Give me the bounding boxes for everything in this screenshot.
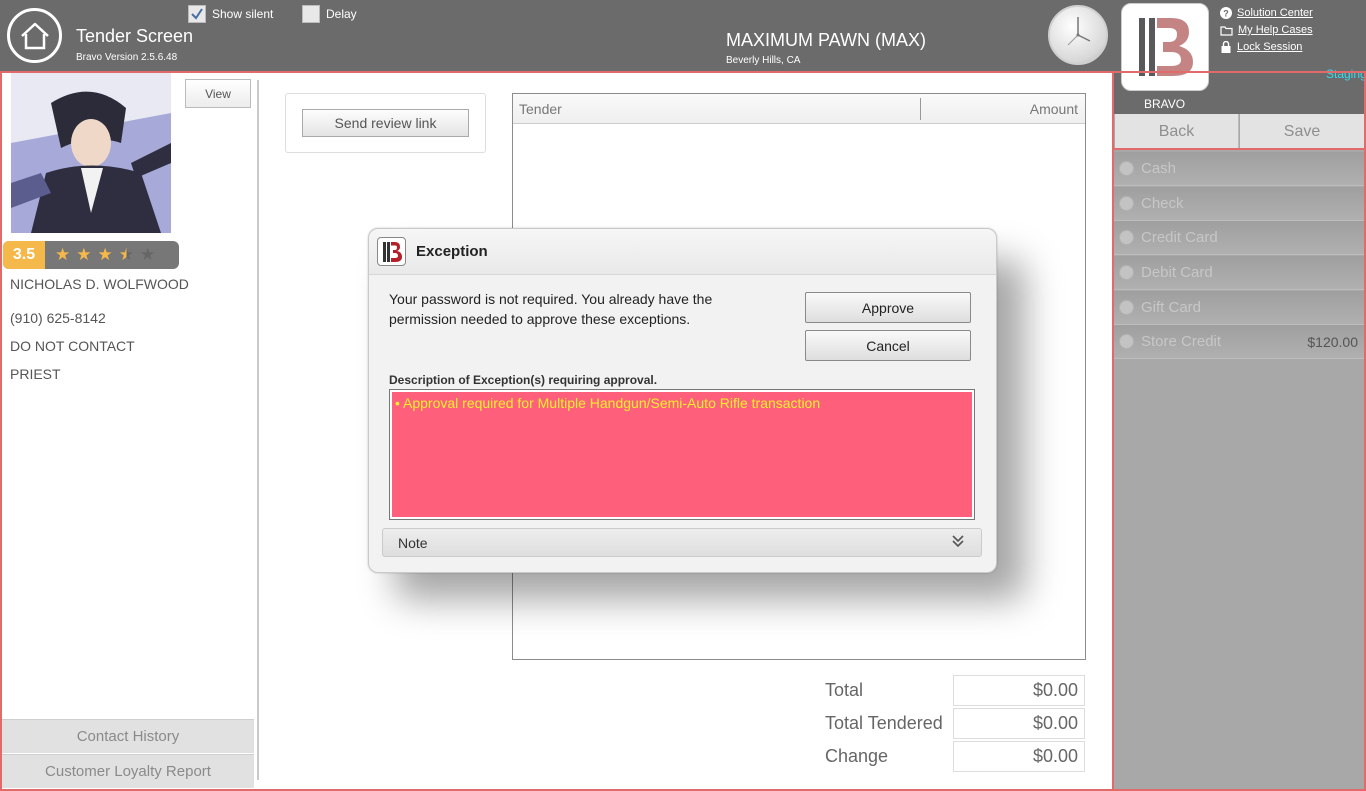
show-silent-toggle[interactable]: Show silent xyxy=(188,5,273,23)
exceptions-list: • Approval required for Multiple Handgun… xyxy=(392,392,972,517)
view-customer-button[interactable]: View xyxy=(185,79,251,108)
radio-button[interactable] xyxy=(1119,230,1134,245)
help-cases-link[interactable]: My Help Cases xyxy=(1220,23,1313,37)
star-icon: ★ xyxy=(76,245,92,264)
show-silent-label: Show silent xyxy=(212,7,274,21)
dialog-message: Your password is not required. You alrea… xyxy=(389,291,713,327)
radio-button[interactable] xyxy=(1119,265,1134,280)
tender-option-cash[interactable]: Cash xyxy=(1113,152,1366,186)
solution-center-link[interactable]: ? Solution Center xyxy=(1220,6,1313,20)
folder-icon xyxy=(1220,25,1233,36)
radio-button[interactable] xyxy=(1119,196,1134,211)
approve-button[interactable]: Approve xyxy=(805,292,971,323)
delay-toggle[interactable]: Delay xyxy=(302,5,357,23)
note-label: Note xyxy=(398,534,428,551)
store-name: MAXIMUM PAWN (MAX) xyxy=(726,30,926,50)
contact-flag: DO NOT CONTACT xyxy=(10,338,135,354)
tender-option-store-credit[interactable]: Store Credit $120.00 xyxy=(1113,325,1366,359)
screen-title: Tender Screen xyxy=(76,26,194,46)
total-tendered-value: $0.00 xyxy=(953,708,1085,739)
save-button[interactable]: Save xyxy=(1240,114,1364,149)
left-divider xyxy=(257,80,259,780)
delay-label: Delay xyxy=(326,7,357,21)
exception-dialog: Exception Your password is not required.… xyxy=(368,228,997,573)
store-location: Beverly Hills, CA xyxy=(726,55,801,66)
total-label: Total xyxy=(825,680,864,700)
radio-button[interactable] xyxy=(1119,300,1134,315)
customer-phone: (910) 625-8142 xyxy=(10,310,106,326)
home-icon xyxy=(20,22,49,49)
tender-option-gift-card[interactable]: Gift Card xyxy=(1113,291,1366,325)
star-icon: ★ xyxy=(97,245,113,264)
loyalty-report-button[interactable]: Customer Loyalty Report xyxy=(2,754,254,788)
total-tendered-row: Total Tendered $0.00 xyxy=(825,708,1085,739)
question-icon: ? xyxy=(1220,7,1232,19)
bravo-logo xyxy=(1121,3,1209,91)
tender-option-check[interactable]: Check xyxy=(1113,187,1366,221)
rating-stars: ★ ★ ★ ★ ★ xyxy=(45,245,155,265)
change-row: Change $0.00 xyxy=(825,741,1085,772)
lock-icon xyxy=(1221,41,1231,53)
total-row: Total $0.00 xyxy=(825,675,1085,706)
half-star-icon: ★ xyxy=(118,245,134,264)
tender-table-header: Tender Amount xyxy=(513,94,1085,124)
radio-button[interactable] xyxy=(1119,334,1134,349)
cancel-button[interactable]: Cancel xyxy=(805,330,971,361)
checkmark-icon xyxy=(191,8,203,20)
radio-button[interactable] xyxy=(1119,161,1134,176)
total-tendered-label: Total Tendered xyxy=(825,713,943,733)
lock-session-link[interactable]: Lock Session xyxy=(1220,40,1313,54)
delay-checkbox[interactable] xyxy=(302,5,320,23)
double-chevron-down-icon xyxy=(952,535,964,548)
tender-option-debit-card[interactable]: Debit Card xyxy=(1113,256,1366,290)
amount-column-header[interactable]: Amount xyxy=(921,101,1085,117)
home-button[interactable] xyxy=(7,8,62,63)
dialog-title: Exception xyxy=(416,243,488,260)
customer-name: NICHOLAS D. WOLFWOOD xyxy=(10,276,189,292)
note-expander[interactable]: Note xyxy=(382,528,982,557)
svg-text:?: ? xyxy=(1223,9,1229,19)
back-button[interactable]: Back xyxy=(1115,114,1239,149)
dialog-header: Exception xyxy=(369,229,996,275)
customer-occupation: PRIEST xyxy=(10,366,61,382)
customer-photo xyxy=(11,73,171,233)
exceptions-description-label: Description of Exception(s) requiring ap… xyxy=(389,373,658,387)
change-value: $0.00 xyxy=(953,741,1085,772)
star-icon: ★ xyxy=(140,245,156,264)
customer-rating: 3.5 ★ ★ ★ ★ ★ xyxy=(3,241,179,269)
tender-column-header[interactable]: Tender xyxy=(513,97,921,120)
exception-item: • Approval required for Multiple Handgun… xyxy=(395,395,821,411)
tender-option-credit-card[interactable]: Credit Card xyxy=(1113,221,1366,255)
change-label: Change xyxy=(825,746,889,766)
star-icon: ★ xyxy=(55,245,71,264)
contact-history-button[interactable]: Contact History xyxy=(2,719,254,753)
app-version: Bravo Version 2.5.6.48 xyxy=(76,52,178,63)
total-value: $0.00 xyxy=(953,675,1085,706)
rating-badge: 3.5 xyxy=(3,241,45,269)
clock-icon xyxy=(1048,5,1108,65)
exceptions-list-box[interactable]: • Approval required for Multiple Handgun… xyxy=(389,389,975,520)
help-links: ? Solution Center My Help Cases Lock Ses… xyxy=(1220,6,1313,57)
bravo-label: BRAVO xyxy=(1144,97,1186,111)
environment-label: Staging xyxy=(1326,67,1366,81)
bravo-logo-icon xyxy=(377,237,406,266)
send-review-link-button[interactable]: Send review link xyxy=(302,109,469,137)
show-silent-checkbox[interactable] xyxy=(188,5,206,23)
